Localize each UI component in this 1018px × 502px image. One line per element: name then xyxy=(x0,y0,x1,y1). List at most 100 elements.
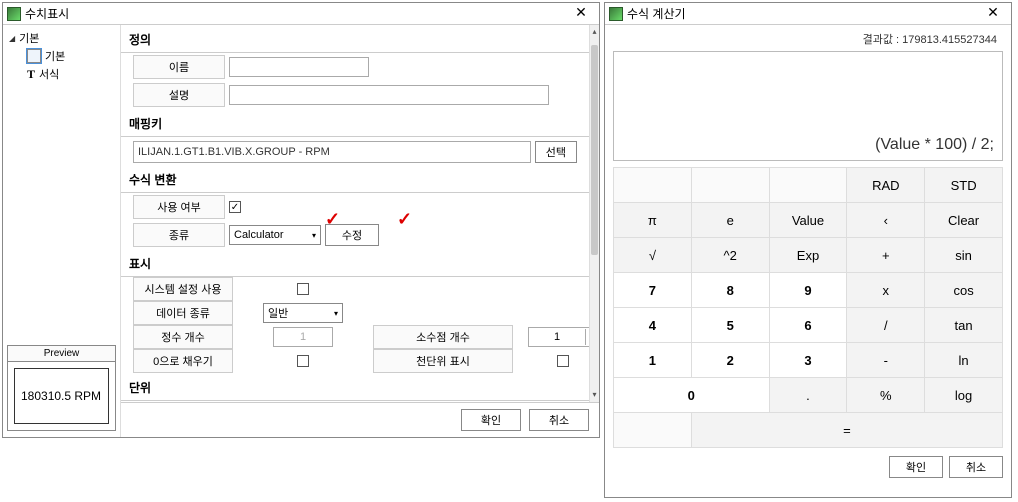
app-icon xyxy=(609,7,623,21)
use-label: 사용 여부 xyxy=(133,195,225,219)
calc-exp-button[interactable]: Exp xyxy=(770,238,847,272)
calc-dot-button[interactable]: . xyxy=(770,378,847,412)
section-formula: 수식 변환 xyxy=(121,167,589,193)
calc-sin-button[interactable]: sin xyxy=(925,238,1002,272)
calc-5-button[interactable]: 5 xyxy=(692,308,769,342)
section-definition: 정의 xyxy=(121,27,589,53)
tree: ◢ 기본 기본 T 서식 xyxy=(5,29,118,83)
desc-input[interactable] xyxy=(229,85,549,105)
chevron-down-icon: ▾ xyxy=(312,231,316,240)
calculator-footer: 확인 취소 xyxy=(613,448,1003,478)
calc-tan-button[interactable]: tan xyxy=(925,308,1002,342)
type-select[interactable]: Calculator ▾ xyxy=(229,225,321,245)
calc-3-button[interactable]: 3 xyxy=(770,343,847,377)
datatype-select[interactable]: 일반 ▾ xyxy=(263,303,343,323)
section-unit: 단위 xyxy=(121,375,589,401)
calc-sqrt-button[interactable]: √ xyxy=(614,238,691,272)
calc-1-button[interactable]: 1 xyxy=(614,343,691,377)
mapping-select-button[interactable]: 선택 xyxy=(535,141,577,163)
tree-item-label: 기본 xyxy=(45,48,65,64)
calc-4-button[interactable]: 4 xyxy=(614,308,691,342)
text-format-icon: T xyxy=(27,67,35,82)
use-checkbox[interactable]: ✓ xyxy=(229,201,241,213)
calc-backspace-button[interactable]: ‹ xyxy=(847,203,924,237)
formula-edit-button[interactable]: 수정 xyxy=(325,224,379,246)
calc-7-button[interactable]: 7 xyxy=(614,273,691,307)
datatype-label: 데이터 종류 xyxy=(133,301,233,325)
int-input[interactable]: 1 xyxy=(273,327,333,347)
tree-root[interactable]: ◢ 기본 xyxy=(5,29,118,47)
type-label: 종류 xyxy=(133,223,225,247)
mapping-value[interactable]: ILIJAN.1.GT1.B1.VIB.X.GROUP - RPM xyxy=(133,141,531,163)
close-icon[interactable]: ✕ xyxy=(979,5,1007,23)
main-panel: 정의 이름 설명 매핑키 ILIJAN.1.GT1.B1.VIB.X.GROUP… xyxy=(121,25,599,437)
calc-blank xyxy=(770,168,847,202)
numeric-display-dialog: 수치표시 ✕ ◢ 기본 기본 T 서식 Preview xyxy=(2,2,600,438)
chevron-down-icon: ▾ xyxy=(334,309,338,318)
preview-label: Preview xyxy=(8,346,115,362)
system-checkbox[interactable] xyxy=(297,283,309,295)
calc-std-button[interactable]: STD xyxy=(925,168,1002,202)
cancel-button[interactable]: 취소 xyxy=(529,409,589,431)
collapse-icon[interactable]: ◢ xyxy=(9,34,15,43)
result-label: 결과값 : 179813.415527344 xyxy=(613,29,1003,49)
window-title: 수식 계산기 xyxy=(627,5,979,22)
window-title: 수치표시 xyxy=(25,5,567,22)
calc-equals-button[interactable]: = xyxy=(692,413,1002,447)
calc-0-button[interactable]: 0 xyxy=(614,378,769,412)
calc-multiply-button[interactable]: x xyxy=(847,273,924,307)
dec-value: 1 xyxy=(529,331,585,343)
vertical-scrollbar[interactable]: ▴ ▾ xyxy=(589,25,599,402)
calc-blank xyxy=(614,168,691,202)
calc-percent-button[interactable]: % xyxy=(847,378,924,412)
section-mapping: 매핑키 xyxy=(121,111,589,137)
zero-checkbox[interactable] xyxy=(297,355,309,367)
dialog-footer: 확인 취소 xyxy=(121,402,599,437)
calc-ln-button[interactable]: ln xyxy=(925,343,1002,377)
titlebar[interactable]: 수식 계산기 ✕ xyxy=(605,3,1011,25)
calc-blank xyxy=(614,413,691,447)
datatype-value: 일반 xyxy=(268,305,288,321)
scrollbar-thumb[interactable] xyxy=(591,45,598,255)
tree-item-format[interactable]: T 서식 xyxy=(5,65,118,83)
calc-pi-button[interactable]: π xyxy=(614,203,691,237)
calc-6-button[interactable]: 6 xyxy=(770,308,847,342)
app-icon xyxy=(7,7,21,21)
calc-rad-button[interactable]: RAD xyxy=(847,168,924,202)
cancel-button[interactable]: 취소 xyxy=(949,456,1003,478)
calc-minus-button[interactable]: - xyxy=(847,343,924,377)
ok-button[interactable]: 확인 xyxy=(461,409,521,431)
calculator-keypad: RAD STD π e Value ‹ Clear √ ^2 Exp + sin… xyxy=(613,167,1003,448)
scroll-down-icon[interactable]: ▾ xyxy=(590,388,599,402)
name-input[interactable] xyxy=(229,57,369,77)
tree-item-label: 서식 xyxy=(39,66,59,82)
thousand-checkbox[interactable] xyxy=(557,355,569,367)
calc-square-button[interactable]: ^2 xyxy=(692,238,769,272)
ok-button[interactable]: 확인 xyxy=(889,456,943,478)
calc-blank xyxy=(692,168,769,202)
sidebar: ◢ 기본 기본 T 서식 Preview 180310.5 RPM xyxy=(3,25,121,437)
preview-panel: Preview 180310.5 RPM xyxy=(7,345,116,431)
calc-divide-button[interactable]: / xyxy=(847,308,924,342)
calc-value-button[interactable]: Value xyxy=(770,203,847,237)
calc-clear-button[interactable]: Clear xyxy=(925,203,1002,237)
calc-8-button[interactable]: 8 xyxy=(692,273,769,307)
int-label: 정수 개수 xyxy=(133,325,233,349)
calc-9-button[interactable]: 9 xyxy=(770,273,847,307)
doc-icon xyxy=(27,49,41,63)
titlebar[interactable]: 수치표시 ✕ xyxy=(3,3,599,25)
formula-display[interactable]: (Value * 100) / 2; xyxy=(613,51,1003,161)
calc-2-button[interactable]: 2 xyxy=(692,343,769,377)
calc-log-button[interactable]: log xyxy=(925,378,1002,412)
close-icon[interactable]: ✕ xyxy=(567,5,595,23)
calc-cos-button[interactable]: cos xyxy=(925,273,1002,307)
dec-spinner[interactable]: 1 ▲▼ xyxy=(528,327,598,347)
formula-calculator-dialog: 수식 계산기 ✕ 결과값 : 179813.415527344 (Value *… xyxy=(604,2,1012,498)
calc-plus-button[interactable]: + xyxy=(847,238,924,272)
preview-value: 180310.5 RPM xyxy=(14,368,109,424)
calc-e-button[interactable]: e xyxy=(692,203,769,237)
scroll-up-icon[interactable]: ▴ xyxy=(590,25,599,39)
desc-label: 설명 xyxy=(133,83,225,107)
tree-item-basic[interactable]: 기본 xyxy=(5,47,118,65)
system-label: 시스템 설정 사용 xyxy=(133,277,233,301)
